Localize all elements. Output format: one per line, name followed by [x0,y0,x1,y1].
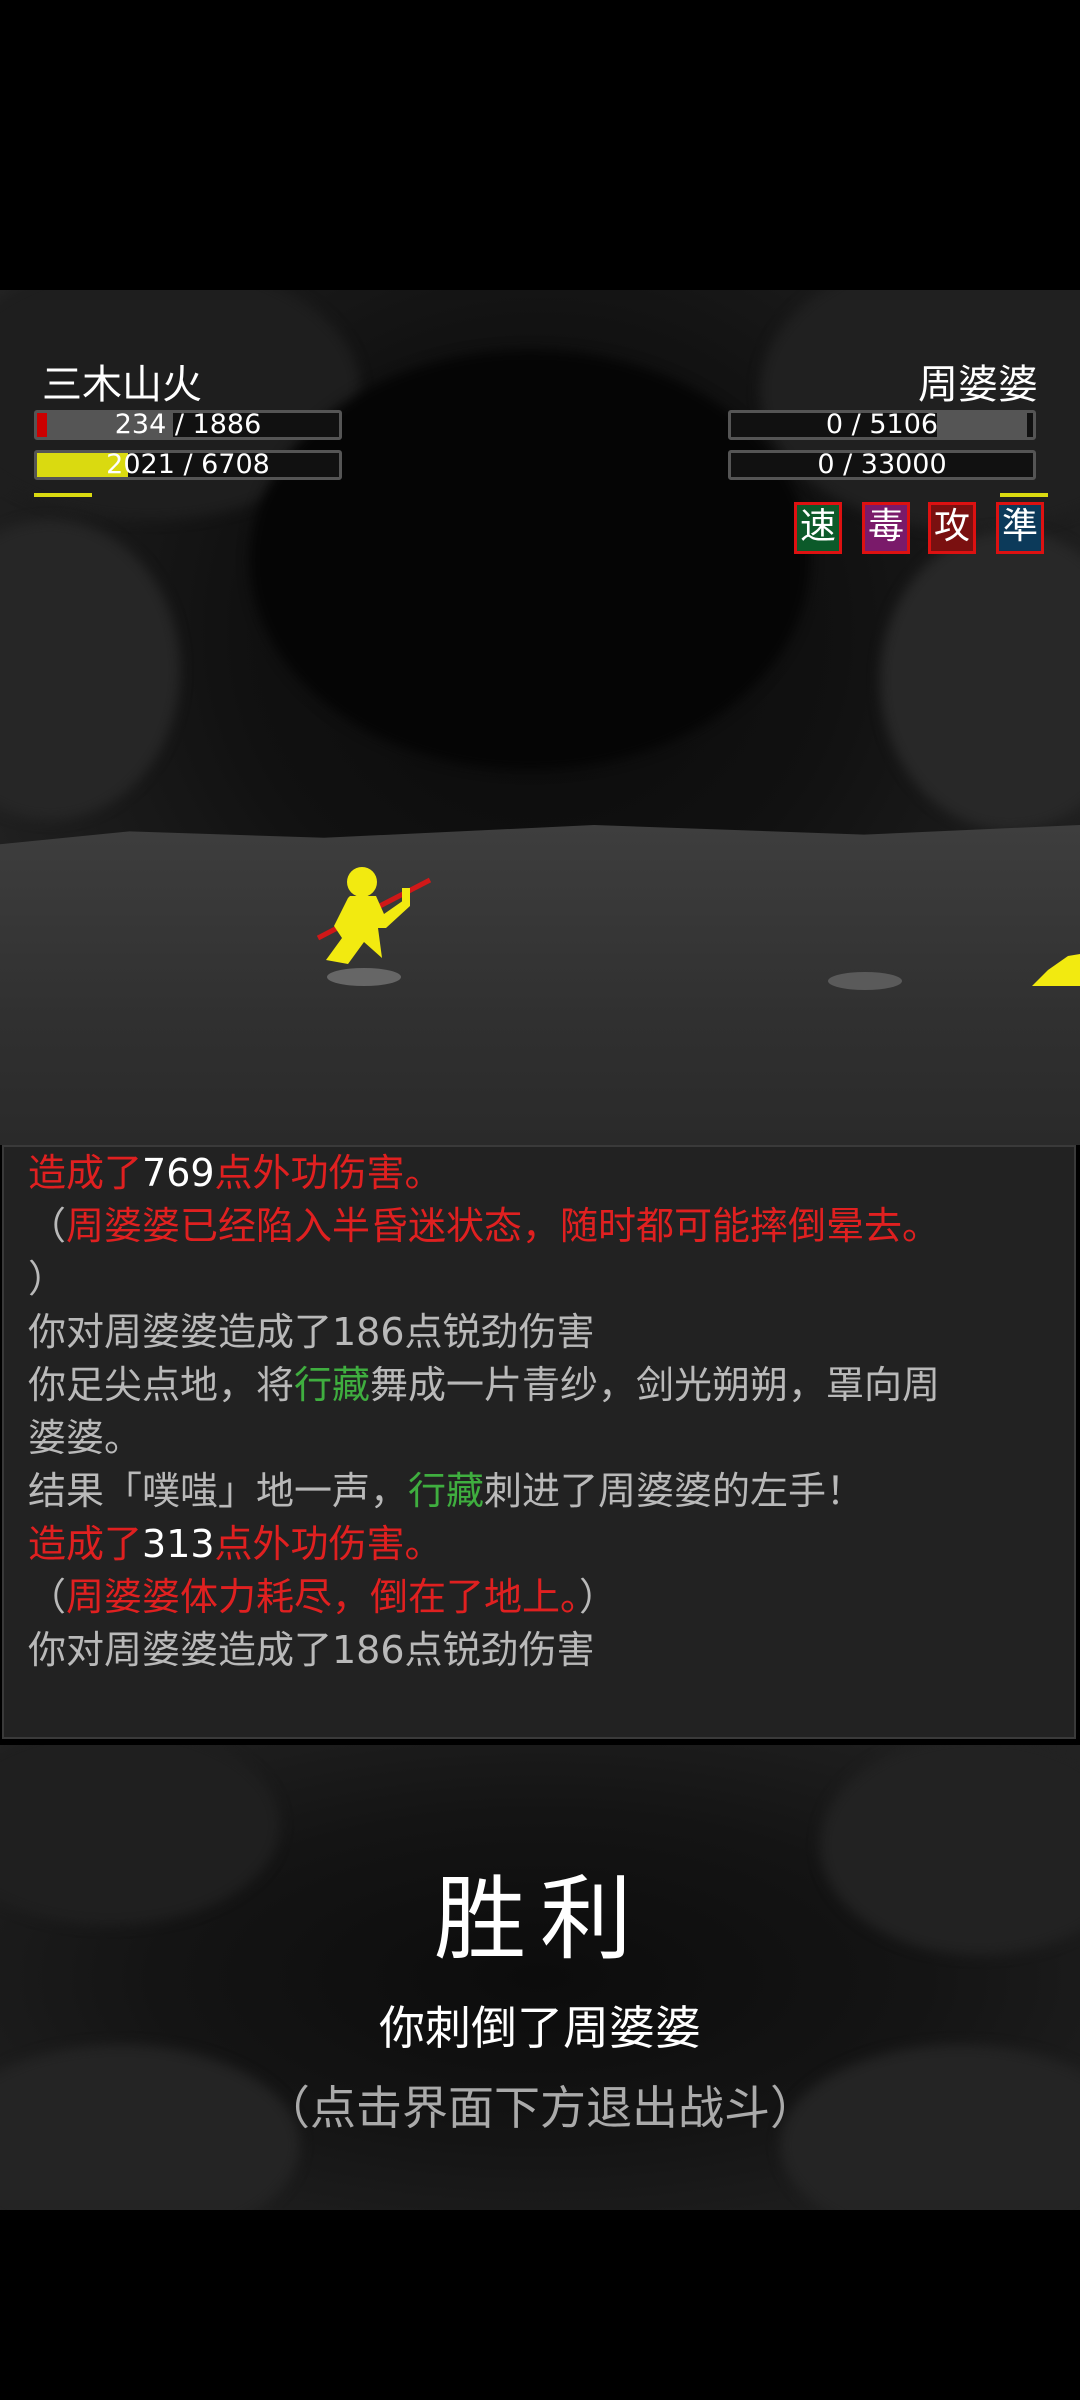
enemy-figure [1032,954,1080,986]
enemy-name: 周婆婆 [918,362,1038,408]
log-segment: 造成了 [28,1151,143,1195]
player-hp-text: 234 / 1886 [114,409,262,440]
log-line: 你对周婆婆造成了186点锐劲伤害 [28,1624,1054,1677]
battle-result-panel[interactable]: 胜利 你刺倒了周婆婆 （点击界面下方退出战斗） [0,1745,1080,2210]
log-segment: 行藏 [294,1363,371,1407]
log-line: 结果「噗嗤」地一声，行藏刺进了周婆婆的左手！ [28,1465,1054,1518]
status-poison-icon[interactable]: 毒 [862,502,910,554]
log-line: 造成了313点外功伤害。 [28,1518,1054,1571]
log-line: （周婆婆体力耗尽，倒在了地上。） [28,1571,1054,1624]
log-segment: 舞成一片青纱，剑光朔朔，罩向周 [370,1363,941,1407]
log-segment: （ [28,1204,67,1248]
log-segment: 刺进了周婆婆的左手！ [484,1469,865,1513]
status-attack-icon[interactable]: 攻 [928,502,976,554]
status-speed-icon[interactable]: 速 [794,502,842,554]
log-line: 你对周婆婆造成了186点锐劲伤害 [28,1306,1054,1359]
enemy-energy-indicator [1000,493,1048,497]
log-segment: 结果「噗嗤」地一声， [28,1469,409,1513]
enemy-mp-text: 0 / 33000 [817,449,947,480]
combat-log-lines: ‥‥‥‥‥‥‥‥‥‥ 造成了769点外功伤害。（周婆婆已经陷入半昏迷状态，随时都… [28,1147,1054,1677]
log-segment: ） [28,1257,67,1301]
log-segment: 你对周婆婆造成了186点锐劲伤害 [28,1310,595,1354]
battle-scene: 三木山火 234 / 1886 2021 / 6708 周婆婆 0 / 5106… [0,290,1080,1145]
log-line: 婆婆。 [28,1412,1054,1465]
player-hp-bar: 234 / 1886 [34,410,342,440]
log-segment: 周婆婆已经陷入半昏迷状态，随时都可能摔倒晕去。 [66,1204,941,1248]
log-line: 造成了769点外功伤害。 [28,1147,1054,1200]
exit-hint[interactable]: （点击界面下方退出战斗） [0,2072,1080,2138]
log-segment: 点外功伤害。 [214,1151,443,1195]
enemy-mp-bar: 0 / 33000 [728,450,1036,480]
player-mp-bar: 2021 / 6708 [34,450,342,480]
log-segment: 769 [142,1151,215,1195]
ground [0,825,1080,1145]
log-segment: （ [28,1575,67,1619]
player-energy-indicator [34,493,92,497]
enemy-hp-text: 0 / 5106 [825,409,939,440]
log-segment: 造成了 [28,1522,143,1566]
log-segment: 行藏 [408,1469,485,1513]
smoke-cloud [0,520,180,820]
combat-log[interactable]: ‥‥‥‥‥‥‥‥‥‥ 造成了769点外功伤害。（周婆婆已经陷入半昏迷状态，随时都… [2,1145,1076,1739]
result-title: 胜利 [433,1866,646,1973]
log-segment: 你对周婆婆造成了186点锐劲伤害 [28,1628,595,1672]
player-name: 三木山火 [42,362,202,408]
player-shadow [327,968,401,986]
log-segment: 你足尖点地，将 [28,1363,295,1407]
log-line: ） [28,1253,1054,1306]
log-line: 你足尖点地，将行藏舞成一片青纱，剑光朔朔，罩向周 [28,1359,1054,1412]
result-message: 你刺倒了周婆婆 [379,2001,701,2055]
player-figure [316,867,432,964]
enemy-hp-bar: 0 / 5106 [728,410,1036,440]
log-segment: 点外功伤害。 [214,1522,443,1566]
log-segment: 313 [142,1522,215,1566]
enemy-shadow [828,972,902,990]
status-accuracy-icon[interactable]: 準 [996,502,1044,554]
player-mp-text: 2021 / 6708 [106,449,270,480]
log-segment: 周婆婆体力耗尽，倒在了地上。 [66,1575,580,1619]
log-line: （周婆婆已经陷入半昏迷状态，随时都可能摔倒晕去。 [28,1200,1054,1253]
smoke-cloud [880,530,1080,830]
log-segment: ） [579,1575,618,1619]
log-segment: 婆婆。 [28,1416,143,1460]
